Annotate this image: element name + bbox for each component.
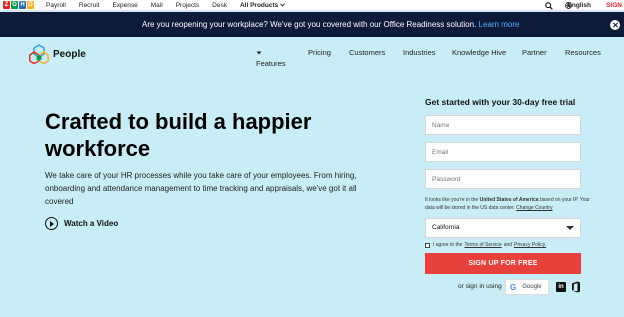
watch-video-label: Watch a Video — [64, 219, 119, 228]
linkedin-icon[interactable]: in — [556, 282, 566, 292]
email-field[interactable] — [425, 142, 581, 162]
brand-name: People — [53, 48, 86, 60]
nav-payroll[interactable]: Payroll — [46, 0, 66, 11]
play-icon — [45, 217, 58, 230]
hero-description: We take care of your HR processes while … — [45, 171, 357, 206]
nav-pricing[interactable]: Pricing — [308, 48, 331, 57]
note-prefix: It looks like you're in the — [425, 197, 480, 203]
nav-recruit[interactable]: Recruit — [79, 0, 100, 11]
sign-in-using-label: or sign in using — [458, 283, 502, 290]
nav-resources[interactable]: Resources — [565, 48, 601, 57]
top-bar: Z O H O Payroll Recruit Expense Mail Pro… — [0, 0, 624, 20]
zoho-logo-letter: O — [11, 1, 18, 9]
announcement-text: Are you reopening your workplace? We've … — [142, 20, 477, 29]
change-country-link[interactable]: Change Country — [516, 205, 552, 211]
search-icon[interactable] — [545, 2, 553, 10]
state-select[interactable]: California — [425, 218, 581, 238]
zoho-logo[interactable]: Z O H O — [3, 1, 34, 9]
name-field[interactable] — [425, 115, 581, 135]
nav-all-products[interactable]: All Products — [239, 0, 286, 11]
caret-down-icon — [566, 226, 574, 230]
caret-down-icon — [256, 51, 262, 55]
nav-features[interactable]: Features — [256, 48, 286, 68]
privacy-link[interactable]: Privacy Policy. — [514, 242, 546, 248]
close-icon[interactable] — [610, 20, 620, 30]
nav-industries[interactable]: Industries — [403, 48, 436, 57]
nav-expense[interactable]: Expense — [112, 0, 137, 11]
terms-checkbox[interactable] — [425, 242, 430, 248]
agree-and: and — [503, 242, 513, 248]
nav-customers[interactable]: Customers — [349, 48, 385, 57]
nav-partner[interactable]: Partner — [522, 48, 547, 57]
announcement-text-wrap: Are you reopening your workplace? We've … — [142, 12, 519, 37]
agree-prefix: I agree to the — [433, 242, 463, 248]
nav-knowledge-hive[interactable]: Knowledge Hive — [452, 48, 506, 57]
product-nav: Payroll Recruit Expense Mail Projects De… — [46, 0, 298, 11]
watch-video-button[interactable]: Watch a Video — [45, 217, 118, 230]
google-label: Google — [522, 284, 542, 290]
note-country: United States of America — [479, 197, 539, 203]
sign-up-button[interactable]: SIGN UP FOR FREE — [425, 253, 581, 274]
zoho-logo-letter: H — [19, 1, 26, 9]
nav-all-products-label: All Products — [239, 2, 279, 9]
announcement-bar: Are you reopening your workplace? We've … — [0, 12, 624, 37]
google-signin-button[interactable]: G Google — [505, 279, 549, 295]
nav-features-label: Features — [256, 59, 286, 68]
data-center-note: It looks like you're in the United State… — [425, 196, 595, 212]
language-selector[interactable]: English — [568, 0, 591, 11]
learn-more-link[interactable]: Learn more — [479, 20, 520, 29]
office-icon[interactable] — [571, 281, 581, 293]
terms-link[interactable]: Terms of Service — [464, 242, 501, 248]
nav-projects[interactable]: Projects — [176, 0, 199, 11]
google-icon: G — [510, 282, 517, 292]
site-header: People Features Pricing Customers Indust… — [0, 37, 624, 73]
chevron-down-icon — [280, 3, 286, 7]
nav-mail[interactable]: Mail — [151, 0, 163, 11]
zoho-logo-letter: Z — [3, 1, 10, 9]
people-logo-icon — [29, 44, 49, 64]
terms-agreement: I agree to the Terms of Service and Priv… — [425, 242, 548, 248]
zoho-logo-letter: O — [27, 1, 34, 9]
people-logo[interactable]: People — [29, 44, 86, 64]
password-field[interactable] — [425, 169, 581, 189]
form-title: Get started with your 30-day free trial — [425, 97, 576, 107]
state-value: California — [432, 224, 460, 231]
nav-desk[interactable]: Desk — [212, 0, 227, 11]
hero-title: Crafted to build a happier workforce — [45, 109, 312, 161]
